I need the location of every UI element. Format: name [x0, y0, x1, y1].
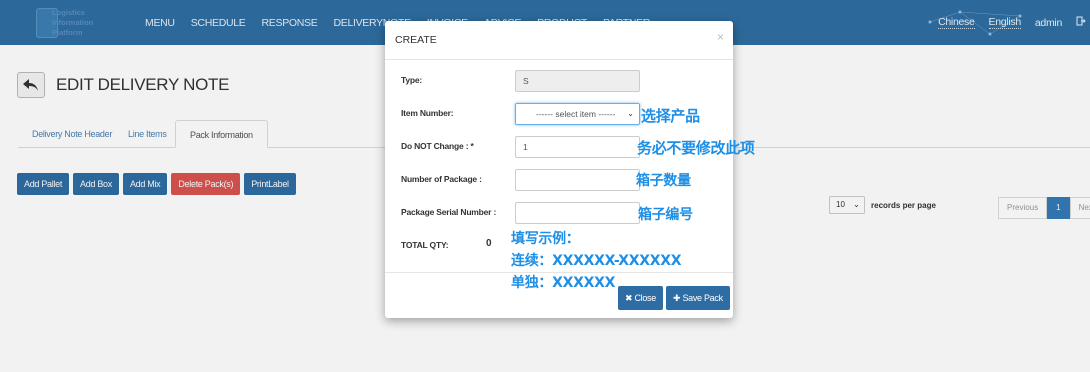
modal-title: CREATE [395, 34, 437, 46]
annotation-box-count: 箱子数量 [636, 173, 691, 189]
annotation-example-title: 填写示例： [511, 231, 580, 247]
annotation-do-not-change: 务必不要修改此项 [637, 139, 755, 157]
type-label: Type: [401, 75, 423, 85]
package-serial-label: Package Serial Number : [401, 207, 497, 217]
close-x-icon: ✖ [625, 293, 633, 303]
annotation-example-range: 连续：XXXXXX-XXXXXX [511, 253, 682, 269]
modal-header: CREATE × [385, 21, 733, 60]
package-serial-field[interactable] [515, 202, 640, 224]
total-qty-label: TOTAL QTY: [401, 240, 449, 250]
type-row: Type: S [385, 70, 733, 92]
number-of-package-field[interactable] [515, 169, 640, 191]
annotation-example-single: 单独：XXXXXX [511, 275, 616, 291]
plus-icon: ✚ [673, 293, 681, 303]
close-button[interactable]: ✖ Close [618, 286, 663, 310]
save-pack-button[interactable]: ✚ Save Pack [666, 286, 730, 310]
annotation-box-serial: 箱子编号 [638, 207, 693, 223]
do-not-change-field[interactable]: 1 [515, 136, 640, 158]
number-of-package-label: Number of Package : [401, 174, 482, 184]
do-not-change-label: Do NOT Change : * [401, 141, 474, 151]
item-number-placeholder: ------ select item ------ [536, 109, 616, 119]
item-number-label: Item Number: [401, 108, 454, 118]
chevron-down-icon: ⌄ [627, 109, 634, 118]
close-icon[interactable]: × [717, 30, 724, 44]
item-number-select[interactable]: ------ select item ------ ⌄ [515, 103, 640, 125]
close-button-label: Close [634, 293, 656, 303]
total-qty-value: 0 [486, 238, 492, 249]
type-field: S [515, 70, 640, 92]
save-pack-label: Save Pack [682, 293, 723, 303]
annotation-select-product: 选择产品 [641, 107, 700, 125]
